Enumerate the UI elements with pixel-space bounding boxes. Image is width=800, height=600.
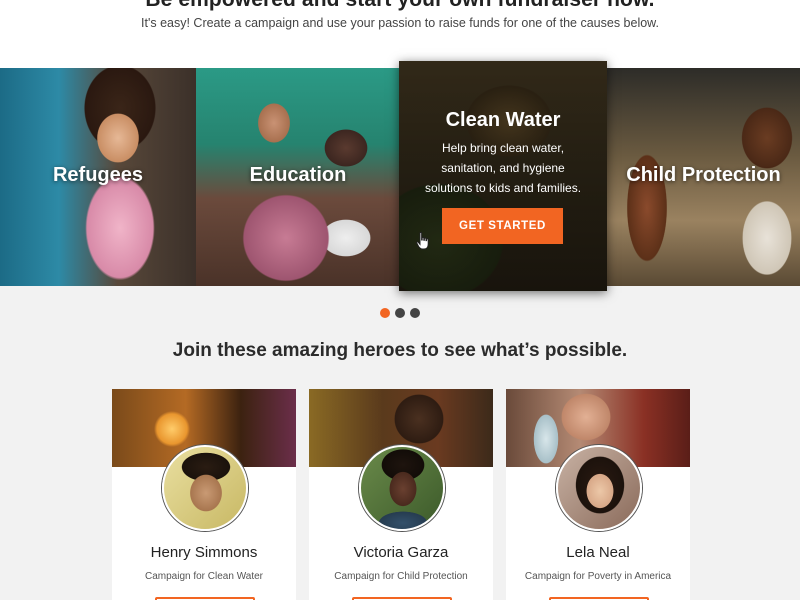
cause-panel-clean-water[interactable]: Clean Water Help bring clean water, sani…: [399, 61, 607, 291]
campaigner-name: Lela Neal: [566, 544, 630, 561]
cause-panel-education[interactable]: Education: [196, 68, 400, 286]
campaigner-card[interactable]: Lela Neal Campaign for Poverty in Americ…: [506, 389, 690, 600]
carousel-dot-3[interactable]: [410, 308, 420, 318]
hand-cursor-icon: [416, 232, 429, 250]
intro-header: Be empowered and start your own fundrais…: [0, 0, 800, 68]
page-subtitle: It's easy! Create a campaign and use you…: [141, 16, 659, 30]
page-title: Be empowered and start your own fundrais…: [0, 0, 800, 12]
campaign-caption: Campaign for Clean Water: [144, 571, 263, 582]
cause-label: Clean Water: [445, 109, 561, 131]
campaign-caption: Campaign for Child Protection: [334, 571, 468, 582]
campaigner-card[interactable]: Victoria Garza Campaign for Child Protec…: [309, 389, 493, 600]
causes-carousel: Refugees Education Child Protection Clea…: [0, 61, 800, 291]
get-started-button[interactable]: GET STARTED: [442, 208, 563, 244]
campaign-caption: Campaign for Poverty in America: [524, 571, 672, 582]
cause-label: Child Protection: [626, 164, 781, 186]
avatar: [556, 445, 642, 531]
campaigner-name: Victoria Garza: [353, 544, 449, 561]
carousel-dot-2[interactable]: [395, 308, 405, 318]
heroes-section-title: Join these amazing heroes to see what’s …: [172, 340, 628, 361]
cause-panel-child-protection[interactable]: Child Protection: [607, 68, 800, 286]
cause-label: Education: [249, 164, 347, 186]
campaigner-card[interactable]: Henry Simmons Campaign for Clean Water: [112, 389, 296, 600]
carousel-pagination: [0, 308, 800, 318]
cause-panel-refugees[interactable]: Refugees: [0, 68, 196, 286]
avatar: [359, 445, 445, 531]
carousel-dot-1[interactable]: [380, 308, 390, 318]
cause-description: Help bring clean water, sanitation, and …: [424, 141, 582, 195]
campaigner-name: Henry Simmons: [150, 544, 258, 561]
cause-label: Refugees: [52, 164, 144, 186]
avatar: [162, 445, 248, 531]
